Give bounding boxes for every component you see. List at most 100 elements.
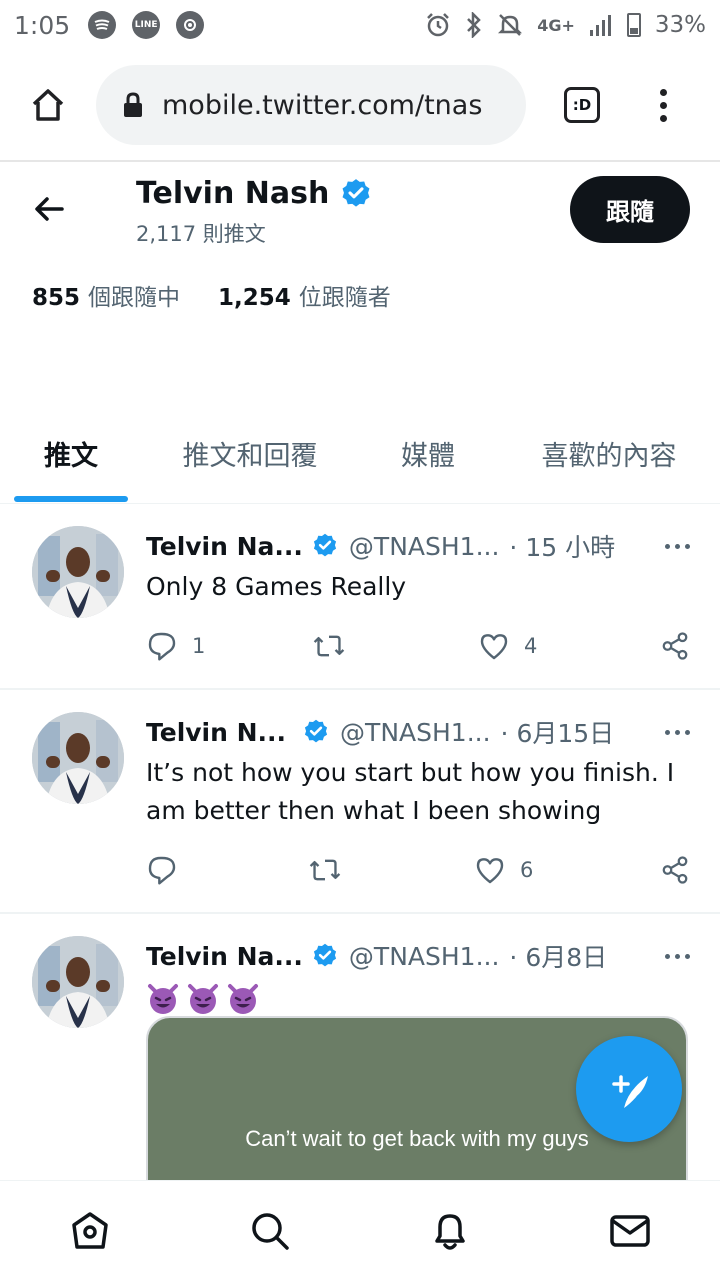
url-text: mobile.twitter.com/tnas	[162, 89, 483, 121]
retweet-icon	[309, 859, 341, 881]
tweet-text: It’s not how you start but how you finis…	[146, 758, 675, 825]
more-options-icon[interactable]	[665, 543, 690, 549]
reply-count: 1	[192, 634, 206, 658]
notifications-icon	[435, 1213, 465, 1250]
following-link[interactable]: 855 個跟隨中	[32, 278, 180, 312]
followers-count: 1,254	[218, 285, 291, 311]
signal-icon	[589, 13, 613, 37]
search-icon	[252, 1212, 289, 1250]
camera-icon	[176, 11, 205, 39]
nav-home[interactable]	[60, 1201, 120, 1261]
following-count: 855	[32, 285, 81, 311]
tweet-actions: 6	[146, 854, 690, 886]
tweet-time[interactable]: · 6月15日	[501, 714, 615, 750]
verified-icon	[311, 942, 339, 970]
browser-bar: mobile.twitter.com/tnas :D	[0, 50, 720, 160]
reply-button[interactable]: 1	[146, 630, 312, 662]
tweet-count: 2,117 則推文	[136, 222, 266, 246]
tab-media[interactable]: 媒體	[358, 420, 498, 504]
house-icon	[32, 89, 64, 121]
arrow-left-icon	[35, 197, 64, 221]
avatar[interactable]	[32, 936, 124, 1028]
tweet-author-name[interactable]: Telvin Na...	[146, 942, 303, 971]
dot-icon	[660, 114, 667, 122]
nav-search[interactable]	[240, 1201, 300, 1261]
avatar[interactable]	[32, 712, 124, 804]
share-button[interactable]	[660, 855, 690, 885]
alarm-icon	[425, 12, 451, 38]
battery-percent: 33%	[654, 12, 706, 38]
compose-tweet-button[interactable]	[576, 1036, 682, 1142]
follow-stats: 855 個跟隨中 1,254 位跟隨者	[32, 278, 391, 312]
compose-feather-icon	[612, 1075, 648, 1108]
share-icon	[662, 856, 688, 884]
home-icon	[72, 1211, 108, 1249]
nav-messages[interactable]	[600, 1201, 660, 1261]
tweet-author-name[interactable]: Telvin N...	[146, 718, 286, 747]
retweet-button[interactable]	[312, 630, 478, 662]
tweet-handle: @TNASH1...	[348, 531, 500, 561]
status-bar: 1:05 LINE 4G+ 33%	[0, 0, 720, 50]
reply-button[interactable]	[146, 854, 308, 886]
reply-icon	[148, 632, 176, 661]
tab-switcher-button[interactable]: :D	[564, 87, 600, 123]
like-button[interactable]: 6	[474, 854, 650, 886]
reply-icon	[148, 856, 176, 885]
browser-menu-button[interactable]	[660, 88, 667, 122]
battery-icon	[626, 13, 641, 37]
tweet-handle: @TNASH1...	[348, 941, 500, 971]
heart-icon	[480, 634, 508, 660]
smiling-devil-emoji-icon	[228, 984, 258, 1014]
tweet-header: Telvin N... @TNASH1... · 6月15日	[146, 712, 690, 752]
status-time: 1:05	[14, 10, 71, 40]
tab-likes[interactable]: 喜歡的內容	[498, 420, 720, 504]
followers-link[interactable]: 1,254 位跟隨者	[218, 278, 391, 312]
back-button[interactable]	[32, 192, 66, 230]
more-options-icon[interactable]	[665, 729, 690, 735]
like-count: 6	[520, 858, 534, 882]
share-icon	[662, 632, 688, 660]
tweet-actions: 1 4	[146, 630, 690, 662]
retweet-button[interactable]	[308, 854, 474, 886]
verified-icon	[302, 718, 330, 746]
profile-name-row: Telvin Nash	[136, 176, 373, 211]
mute-icon	[497, 12, 523, 38]
tweet-author-name[interactable]: Telvin Na...	[146, 532, 303, 561]
following-label: 個跟隨中	[88, 285, 181, 311]
tweet-text: Only 8 Games Really	[146, 572, 407, 601]
share-button[interactable]	[660, 631, 690, 661]
tweet-header: Telvin Na... @TNASH1... · 6月8日	[146, 936, 690, 976]
more-options-icon[interactable]	[665, 953, 690, 959]
tweet-text	[146, 978, 684, 1016]
line-icon: LINE	[132, 11, 161, 39]
tweet-time[interactable]: · 15 小時	[509, 528, 615, 564]
retweet-icon	[313, 635, 345, 657]
profile-header: Telvin Nash 2,117 則推文 跟隨	[0, 162, 720, 262]
heart-icon	[476, 858, 504, 884]
bluetooth-icon	[465, 12, 483, 38]
tweet-time[interactable]: · 6月8日	[509, 938, 607, 974]
home-button[interactable]	[0, 50, 96, 160]
tab-tweets[interactable]: 推文	[0, 420, 142, 504]
nav-notifications[interactable]	[420, 1201, 480, 1261]
emoji-row	[146, 982, 684, 1016]
lock-icon	[124, 92, 142, 117]
like-button[interactable]: 4	[478, 630, 654, 662]
tweet-header: Telvin Na... @TNASH1... · 15 小時	[146, 526, 690, 566]
network-label: 4G+	[537, 15, 575, 35]
avatar[interactable]	[32, 526, 124, 618]
messages-icon	[610, 1214, 650, 1247]
verified-icon	[339, 177, 373, 211]
verified-icon	[311, 532, 339, 560]
tab-tweets-replies[interactable]: 推文和回覆	[142, 420, 358, 504]
profile-name: Telvin Nash	[136, 176, 330, 211]
follow-button[interactable]: 跟隨	[570, 176, 690, 243]
tweet[interactable]: Telvin N... @TNASH1... · 6月15日 It’s not …	[0, 690, 720, 914]
followers-label: 位跟隨者	[298, 285, 391, 311]
tweet-handle: @TNASH1...	[340, 717, 491, 747]
spotify-icon	[88, 11, 117, 39]
address-bar[interactable]: mobile.twitter.com/tnas	[96, 65, 526, 145]
tweet[interactable]: Telvin Na... @TNASH1... · 15 小時 Only 8 G…	[0, 504, 720, 690]
smiling-devil-emoji-icon	[188, 984, 218, 1014]
profile-tabs: 推文 推文和回覆 媒體 喜歡的內容	[0, 420, 720, 504]
